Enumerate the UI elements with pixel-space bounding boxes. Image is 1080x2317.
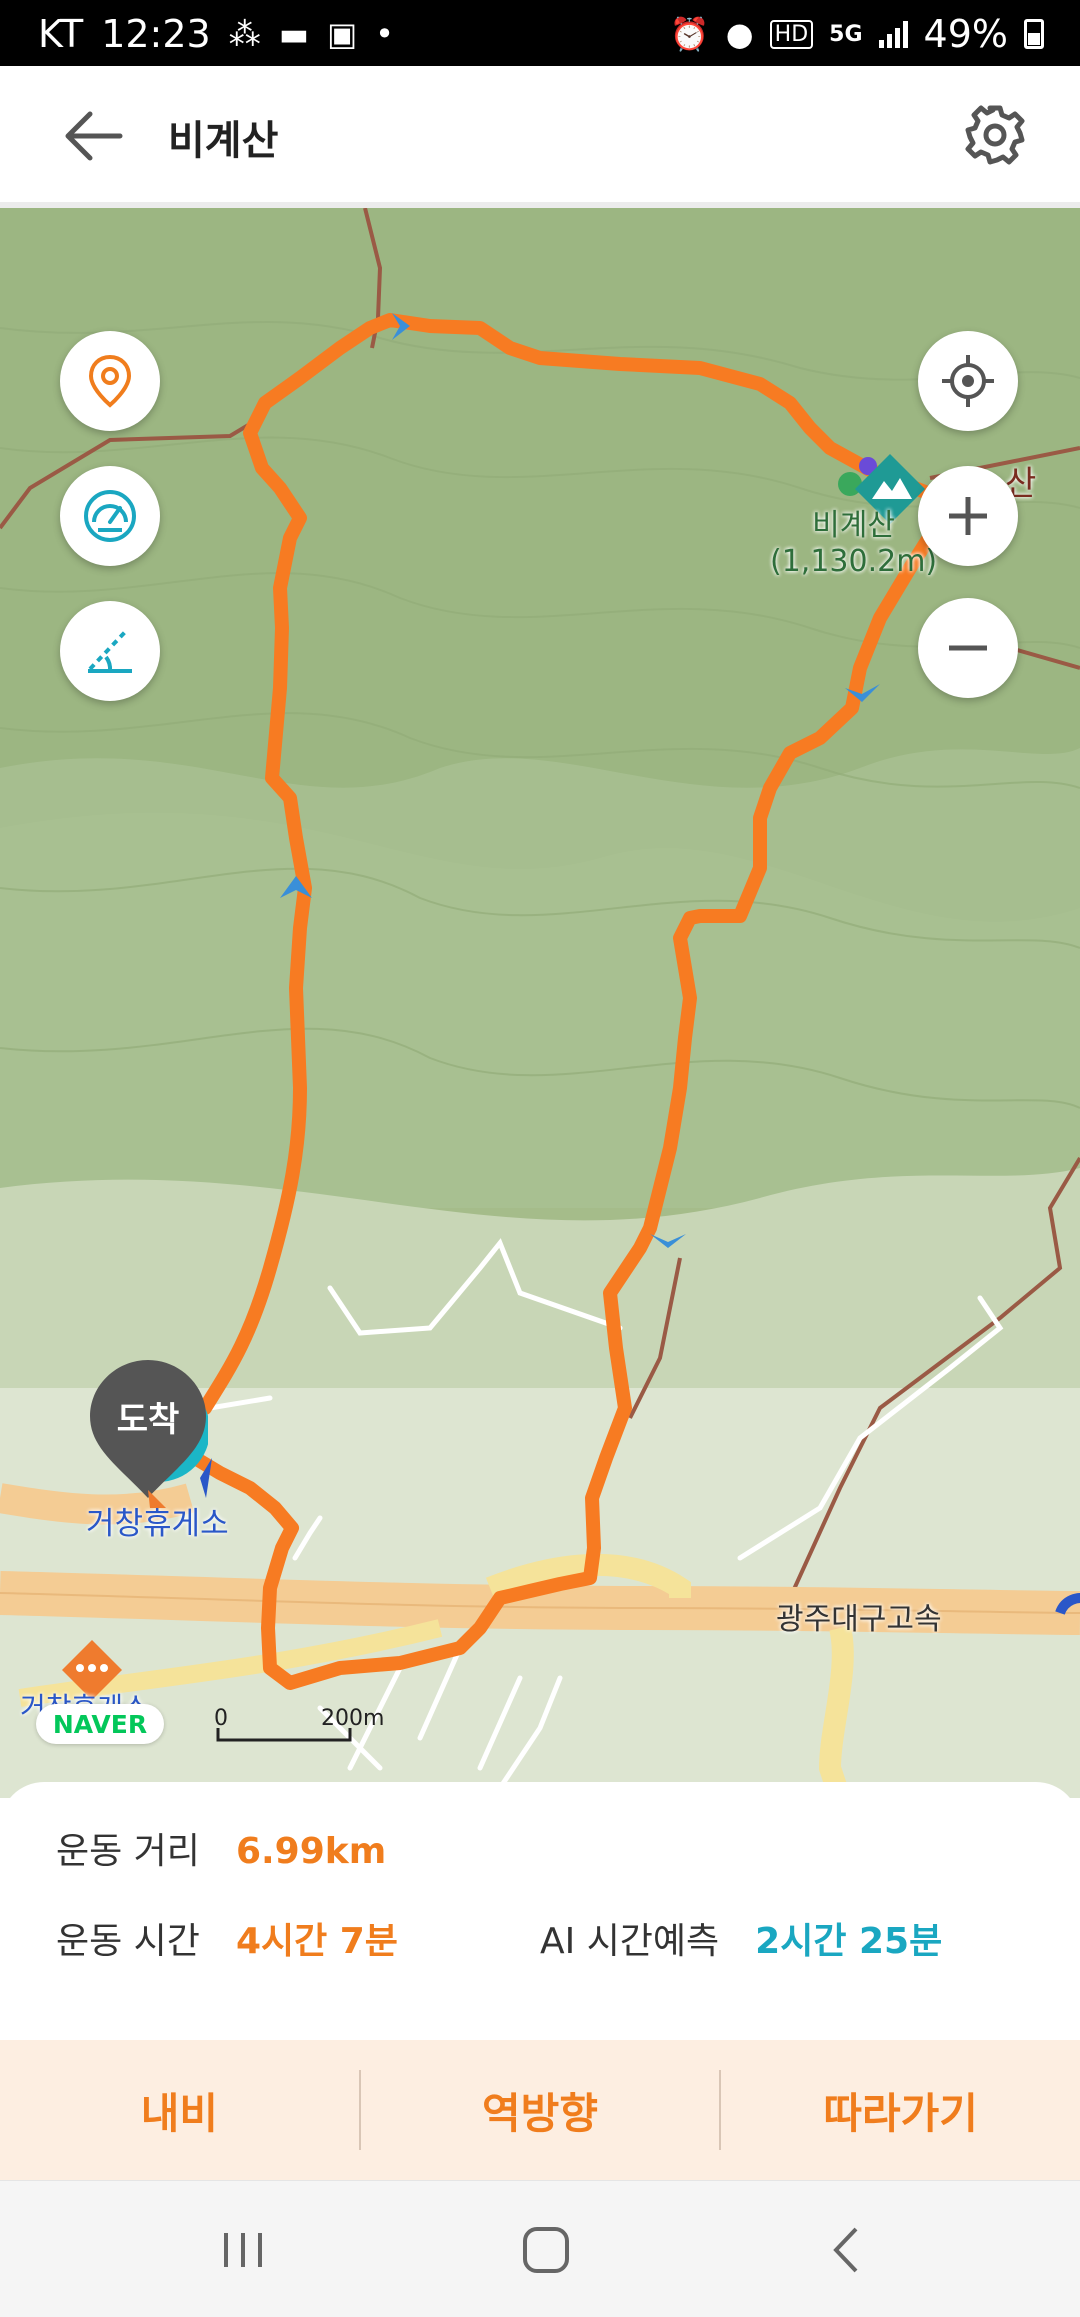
app-header: 비계산: [0, 66, 1080, 202]
location-icon: ●: [725, 15, 754, 53]
follow-button[interactable]: 따라가기: [721, 2040, 1080, 2180]
network-5g-icon: 5G: [829, 21, 863, 47]
system-nav-bar: [0, 2180, 1080, 2317]
recent-apps-button[interactable]: [208, 2215, 278, 2285]
carrier-label: KT: [38, 12, 84, 56]
home-button[interactable]: [511, 2215, 581, 2285]
arrival-marker[interactable]: 도착: [88, 1358, 210, 1508]
map-view[interactable]: 비계산 (1,130.2m) 산 거창휴게소 거창휴게소 광주대구고속 도착: [0, 208, 1080, 1798]
speedometer-button[interactable]: [60, 466, 160, 566]
distance-value: 6.99km: [235, 1831, 387, 1872]
time-label: 운동 시간: [56, 1921, 200, 1962]
peak-name: 비계산: [812, 508, 895, 543]
plus-icon: [949, 497, 987, 535]
route-info-panel: 운동 거리 6.99km 운동 시간 4시간 7분 AI 시간예측 2시간 25…: [0, 1782, 1080, 2040]
time-value: 4시간 7분: [235, 1921, 398, 1962]
signal-icon: [878, 20, 908, 48]
battery-icon: [1024, 19, 1044, 49]
nav-back-button[interactable]: [812, 2215, 882, 2285]
slope-icon: [88, 629, 132, 673]
dot-icon: •: [375, 15, 395, 53]
peak-label: 비계산 (1,130.2m): [770, 508, 937, 580]
speedometer-icon: [84, 490, 136, 542]
location-pin-icon: [88, 354, 132, 408]
home-icon: [523, 2227, 569, 2273]
ai-value: 2시간 25분: [755, 1921, 943, 1962]
alarm-icon: ⏰: [669, 15, 710, 53]
time-row: 운동 시간 4시간 7분: [56, 1912, 398, 1964]
notification-icon: ▣: [326, 15, 358, 53]
elevation-button[interactable]: [60, 601, 160, 701]
distance-label: 운동 거리: [56, 1831, 200, 1872]
naver-logo: NAVER: [36, 1704, 164, 1744]
settings-button[interactable]: [962, 102, 1028, 168]
hd-icon: HD: [769, 19, 814, 49]
scale-distance: 200m: [321, 1706, 385, 1731]
ai-label: AI 시간예측: [540, 1921, 720, 1962]
navi-button[interactable]: 내비: [0, 2040, 359, 2180]
current-location-button[interactable]: [918, 331, 1018, 431]
map-canvas: [0, 208, 1080, 1798]
clock: 12:23: [101, 12, 211, 56]
arrival-label: 도착: [116, 1400, 180, 1440]
distance-row: 운동 거리 6.99km: [56, 1822, 386, 1874]
location-pin-button[interactable]: [60, 331, 160, 431]
gear-icon: [965, 105, 1025, 165]
action-bar: 내비 역방향 따라가기: [0, 2040, 1080, 2180]
back-button[interactable]: [60, 106, 130, 166]
highway-label: 광주대구고속: [776, 1602, 942, 1637]
map-scale: 0 200m: [214, 1706, 384, 1731]
nav-back-icon: [833, 2227, 858, 2273]
message-icon: ▬: [278, 15, 309, 53]
back-arrow-icon: [65, 111, 123, 161]
minus-icon: [949, 645, 987, 651]
ai-prediction-row: AI 시간예측 2시간 25분: [540, 1912, 942, 1964]
reverse-button[interactable]: 역방향: [361, 2040, 720, 2180]
scale-zero: 0: [214, 1706, 228, 1731]
recent-apps-icon: [224, 2233, 262, 2267]
peak-elevation: (1,130.2m): [770, 544, 938, 579]
crosshair-icon: [942, 355, 994, 407]
page-title: 비계산: [168, 118, 279, 164]
footprint-icon: ⁂: [228, 15, 261, 53]
status-bar: KT 12:23 ⁂ ▬ ▣ • ⏰ ● HD 5G 49%: [0, 0, 1080, 66]
zoom-out-button[interactable]: [918, 598, 1018, 698]
battery-percent: 49%: [923, 12, 1008, 56]
zoom-in-button[interactable]: [918, 466, 1018, 566]
